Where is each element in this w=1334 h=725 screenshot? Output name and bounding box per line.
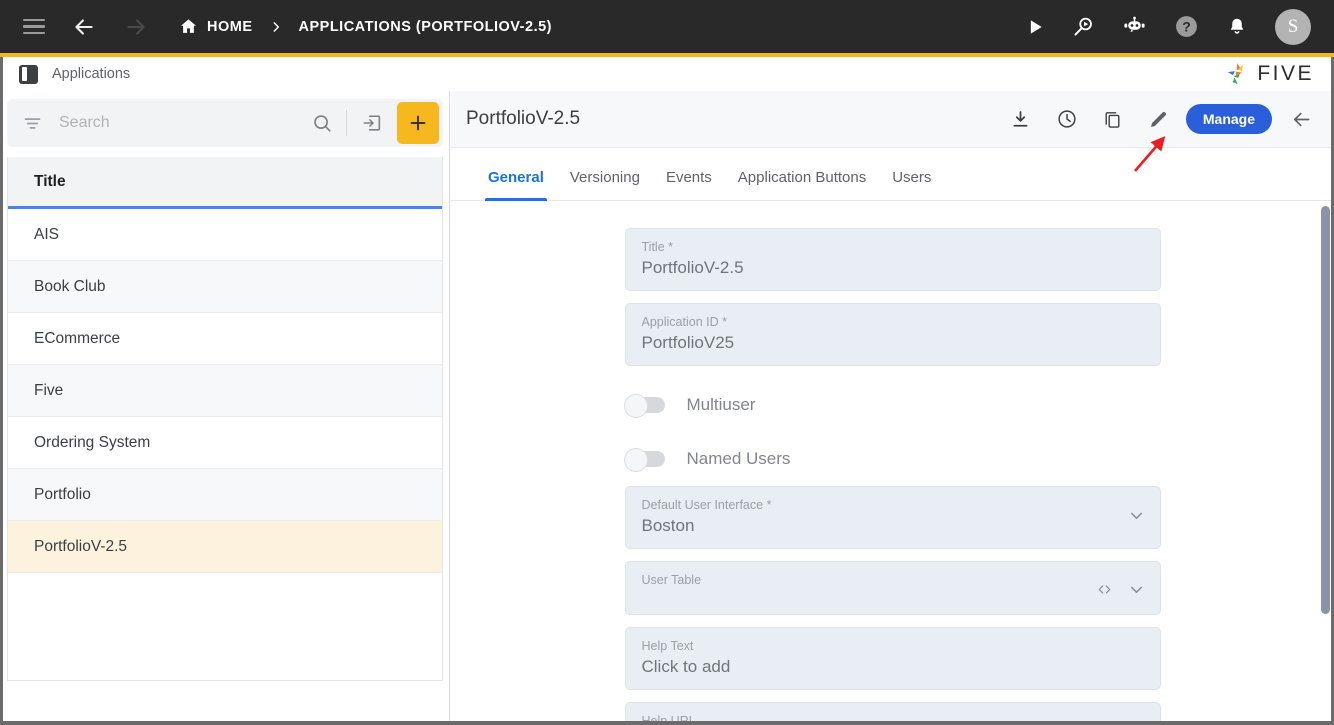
hamburger-menu-icon[interactable] (23, 18, 45, 35)
top-bar-actions: ? S (1025, 8, 1334, 45)
home-icon[interactable] (179, 17, 198, 36)
chevron-down-icon[interactable] (1127, 580, 1146, 604)
avatar[interactable]: S (1275, 8, 1311, 45)
tab-versioning[interactable]: Versioning (557, 169, 653, 200)
duplicate-copy-icon[interactable] (1090, 96, 1136, 142)
multiuser-toggle-row: Multiuser (623, 378, 1161, 432)
multiuser-toggle[interactable] (623, 394, 665, 418)
table-row[interactable]: Book Club (8, 261, 442, 313)
five-logo-mark (1228, 62, 1244, 84)
user-table-field[interactable]: User Table (624, 561, 1161, 615)
table-row[interactable]: Ordering System (8, 417, 442, 469)
table-row[interactable]: ECommerce (8, 313, 442, 365)
five-logo: FIVE (1223, 61, 1314, 88)
required-marker: * (664, 240, 673, 254)
detail-panel: PortfolioV-2.5 Manage General Versioning… (451, 91, 1334, 725)
search-input[interactable] (59, 114, 311, 132)
svg-text:?: ? (1182, 19, 1191, 35)
code-brackets-icon[interactable] (1095, 580, 1114, 604)
run-icon[interactable] (1025, 17, 1045, 37)
default-user-interface-label: Default User Interface * (641, 498, 772, 512)
breadcrumb-current-label: APPLICATIONS (PORTFOLIOV-2.5) (298, 18, 552, 35)
table-row[interactable]: Portfolio (8, 469, 442, 521)
module-title: Applications (52, 66, 131, 82)
search-run-icon[interactable] (1072, 15, 1095, 38)
default-user-interface-field[interactable]: Default User Interface * Boston (624, 486, 1161, 549)
help-icon[interactable]: ? (1174, 14, 1199, 39)
search-icon[interactable] (311, 112, 333, 134)
app-root: HOME APPLICATIONS (PORTFOLIOV-2.5) ? S A… (0, 0, 1334, 725)
page-title: PortfolioV-2.5 (466, 108, 581, 129)
history-clock-icon[interactable] (1044, 96, 1090, 142)
multiuser-label: Multiuser (686, 395, 756, 414)
five-logo-text: FIVE (1257, 62, 1314, 85)
application-id-field[interactable]: Application ID * PortfolioV25 (624, 303, 1161, 366)
toolbar-divider (346, 110, 347, 136)
arrow-forward-icon[interactable] (123, 14, 149, 40)
tab-users[interactable]: Users (879, 169, 944, 200)
filter-icon[interactable] (22, 113, 43, 134)
search-toolbar (7, 99, 443, 147)
manage-button[interactable]: Manage (1185, 104, 1272, 134)
split-panel-icon (19, 64, 38, 84)
general-form: Title * PortfolioV-2.5 Application ID * … (451, 201, 1334, 724)
detail-header: PortfolioV-2.5 Manage (451, 91, 1334, 148)
tab-general[interactable]: General (475, 169, 557, 201)
notifications-bell-icon[interactable] (1226, 16, 1248, 38)
help-text-label: Help Text (641, 639, 694, 653)
module-title-group: Applications (19, 64, 131, 84)
detail-toolbar: Manage (998, 96, 1334, 142)
tab-events[interactable]: Events (653, 169, 725, 200)
chevron-down-icon[interactable] (1127, 506, 1146, 530)
window-left-edge (0, 57, 3, 725)
import-arrow-icon[interactable] (361, 112, 383, 134)
edit-pencil-icon[interactable] (1136, 96, 1182, 142)
window-bottom-edge (0, 721, 1334, 725)
named-users-toggle-row: Named Users (623, 432, 1161, 486)
user-table-icons (1095, 580, 1146, 604)
title-field-value: PortfolioV-2.5 (641, 258, 744, 277)
table-row-selected[interactable]: PortfolioV-2.5 (8, 521, 442, 573)
top-navigation-bar: HOME APPLICATIONS (PORTFOLIOV-2.5) ? S (0, 0, 1334, 53)
chevron-right-icon (269, 20, 283, 34)
table-row[interactable]: Five (8, 365, 442, 417)
applications-table: Title AIS Book Club ECommerce Five Order… (7, 157, 443, 681)
required-marker: * (763, 498, 772, 512)
user-table-label: User Table (641, 573, 702, 587)
title-field-label: Title * (641, 240, 674, 254)
help-text-value: Click to add (641, 657, 731, 676)
detail-tabs: General Versioning Events Application Bu… (451, 148, 1334, 201)
module-bar: Applications FIVE (0, 57, 1334, 91)
application-id-field-label: Application ID * (641, 315, 727, 329)
table-body: AIS Book Club ECommerce Five Ordering Sy… (8, 209, 442, 573)
table-row[interactable]: AIS (8, 209, 442, 261)
application-id-field-value: PortfolioV25 (641, 333, 735, 352)
named-users-label: Named Users (686, 449, 791, 468)
breadcrumb-home-label[interactable]: HOME (207, 19, 253, 35)
tab-application-buttons[interactable]: Application Buttons (725, 169, 879, 200)
applications-list-panel: Title AIS Book Club ECommerce Five Order… (0, 91, 450, 725)
column-header-title[interactable]: Title (8, 157, 442, 209)
form-scrollbar[interactable] (1321, 206, 1330, 719)
named-users-toggle[interactable] (623, 448, 665, 472)
close-back-icon[interactable] (1278, 96, 1324, 142)
title-field[interactable]: Title * PortfolioV-2.5 (624, 228, 1161, 291)
default-user-interface-icons (1127, 506, 1146, 530)
arrow-back-icon[interactable] (71, 14, 97, 40)
download-icon[interactable] (998, 96, 1044, 142)
form-scrollbar-thumb[interactable] (1321, 206, 1330, 614)
help-text-field[interactable]: Help Text Click to add (624, 627, 1161, 690)
add-application-button[interactable] (397, 102, 439, 144)
robot-assistant-icon[interactable] (1122, 14, 1147, 39)
breadcrumb: HOME APPLICATIONS (PORTFOLIOV-2.5) (179, 17, 552, 36)
default-user-interface-value: Boston (641, 516, 695, 535)
required-marker: * (718, 315, 727, 329)
